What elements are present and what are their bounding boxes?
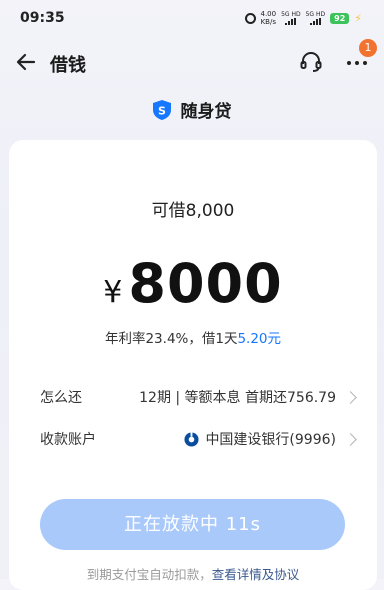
currency-symbol: ¥ — [103, 275, 123, 310]
back-button[interactable] — [14, 50, 38, 74]
signal-icon: 5G HD — [281, 11, 301, 25]
notification-badge: 1 — [359, 39, 377, 57]
product-name: 随身贷 — [180, 102, 232, 122]
status-icons: 4.00 KB/s 5G HD 5G HD 92 ⚡ — [244, 10, 362, 26]
daily-cost: 5.20元 — [237, 331, 282, 347]
battery-indicator: 92 — [330, 12, 350, 24]
account-label: 收款账户 — [40, 432, 96, 448]
signal-icon-2: 5G HD — [306, 11, 325, 25]
chevron-right-icon — [344, 432, 357, 446]
shield-s-icon: S — [152, 99, 171, 120]
loan-card: 可借8,000 ¥ 8000 年利率23.4%，借1天5.20元 怎么还 12期… — [9, 140, 377, 590]
back-arrow-icon — [16, 53, 36, 71]
svg-text:S: S — [158, 104, 166, 117]
credit-limit: 可借8,000 — [151, 201, 235, 221]
headset-icon — [300, 52, 322, 72]
repayment-value: 12期 | 等额本息 首期还756.79 — [139, 390, 336, 406]
interest-rate: 年利率23.4%，借1天5.20元 — [104, 331, 282, 347]
chevron-right-icon — [344, 390, 357, 404]
receiving-account-row[interactable]: 收款账户 中国建设银行(9996) — [40, 427, 357, 451]
amount-value: 8000 — [128, 252, 283, 315]
more-icon — [347, 61, 367, 65]
customer-service-button[interactable] — [298, 49, 324, 75]
repayment-plan-row[interactable]: 怎么还 12期 | 等额本息 首期还756.79 — [40, 385, 357, 409]
agreement-link[interactable]: 查看详情及协议 — [212, 567, 300, 582]
account-value: 中国建设银行(9996) — [205, 432, 336, 448]
ccb-bank-icon — [184, 431, 199, 447]
page-title: 借钱 — [50, 55, 86, 76]
net-speed: 4.00 KB/s — [260, 10, 277, 26]
agreement-note: 到期支付宝自动扣款，查看详情及协议 — [86, 567, 300, 582]
nav-bar: 借钱 — [0, 42, 384, 82]
repayment-label: 怎么还 — [40, 390, 82, 406]
status-bar: 09:35 4.00 KB/s 5G HD 5G HD 92 ⚡ — [0, 0, 384, 38]
charging-icon: ⚡ — [354, 11, 362, 25]
alarm-icon — [244, 12, 256, 24]
product-header: S 随身贷 — [0, 97, 384, 122]
loan-amount: ¥ 8000 — [9, 252, 377, 315]
disbursing-button[interactable]: 正在放款中 11s — [40, 499, 345, 550]
status-time: 09:35 — [20, 10, 65, 26]
